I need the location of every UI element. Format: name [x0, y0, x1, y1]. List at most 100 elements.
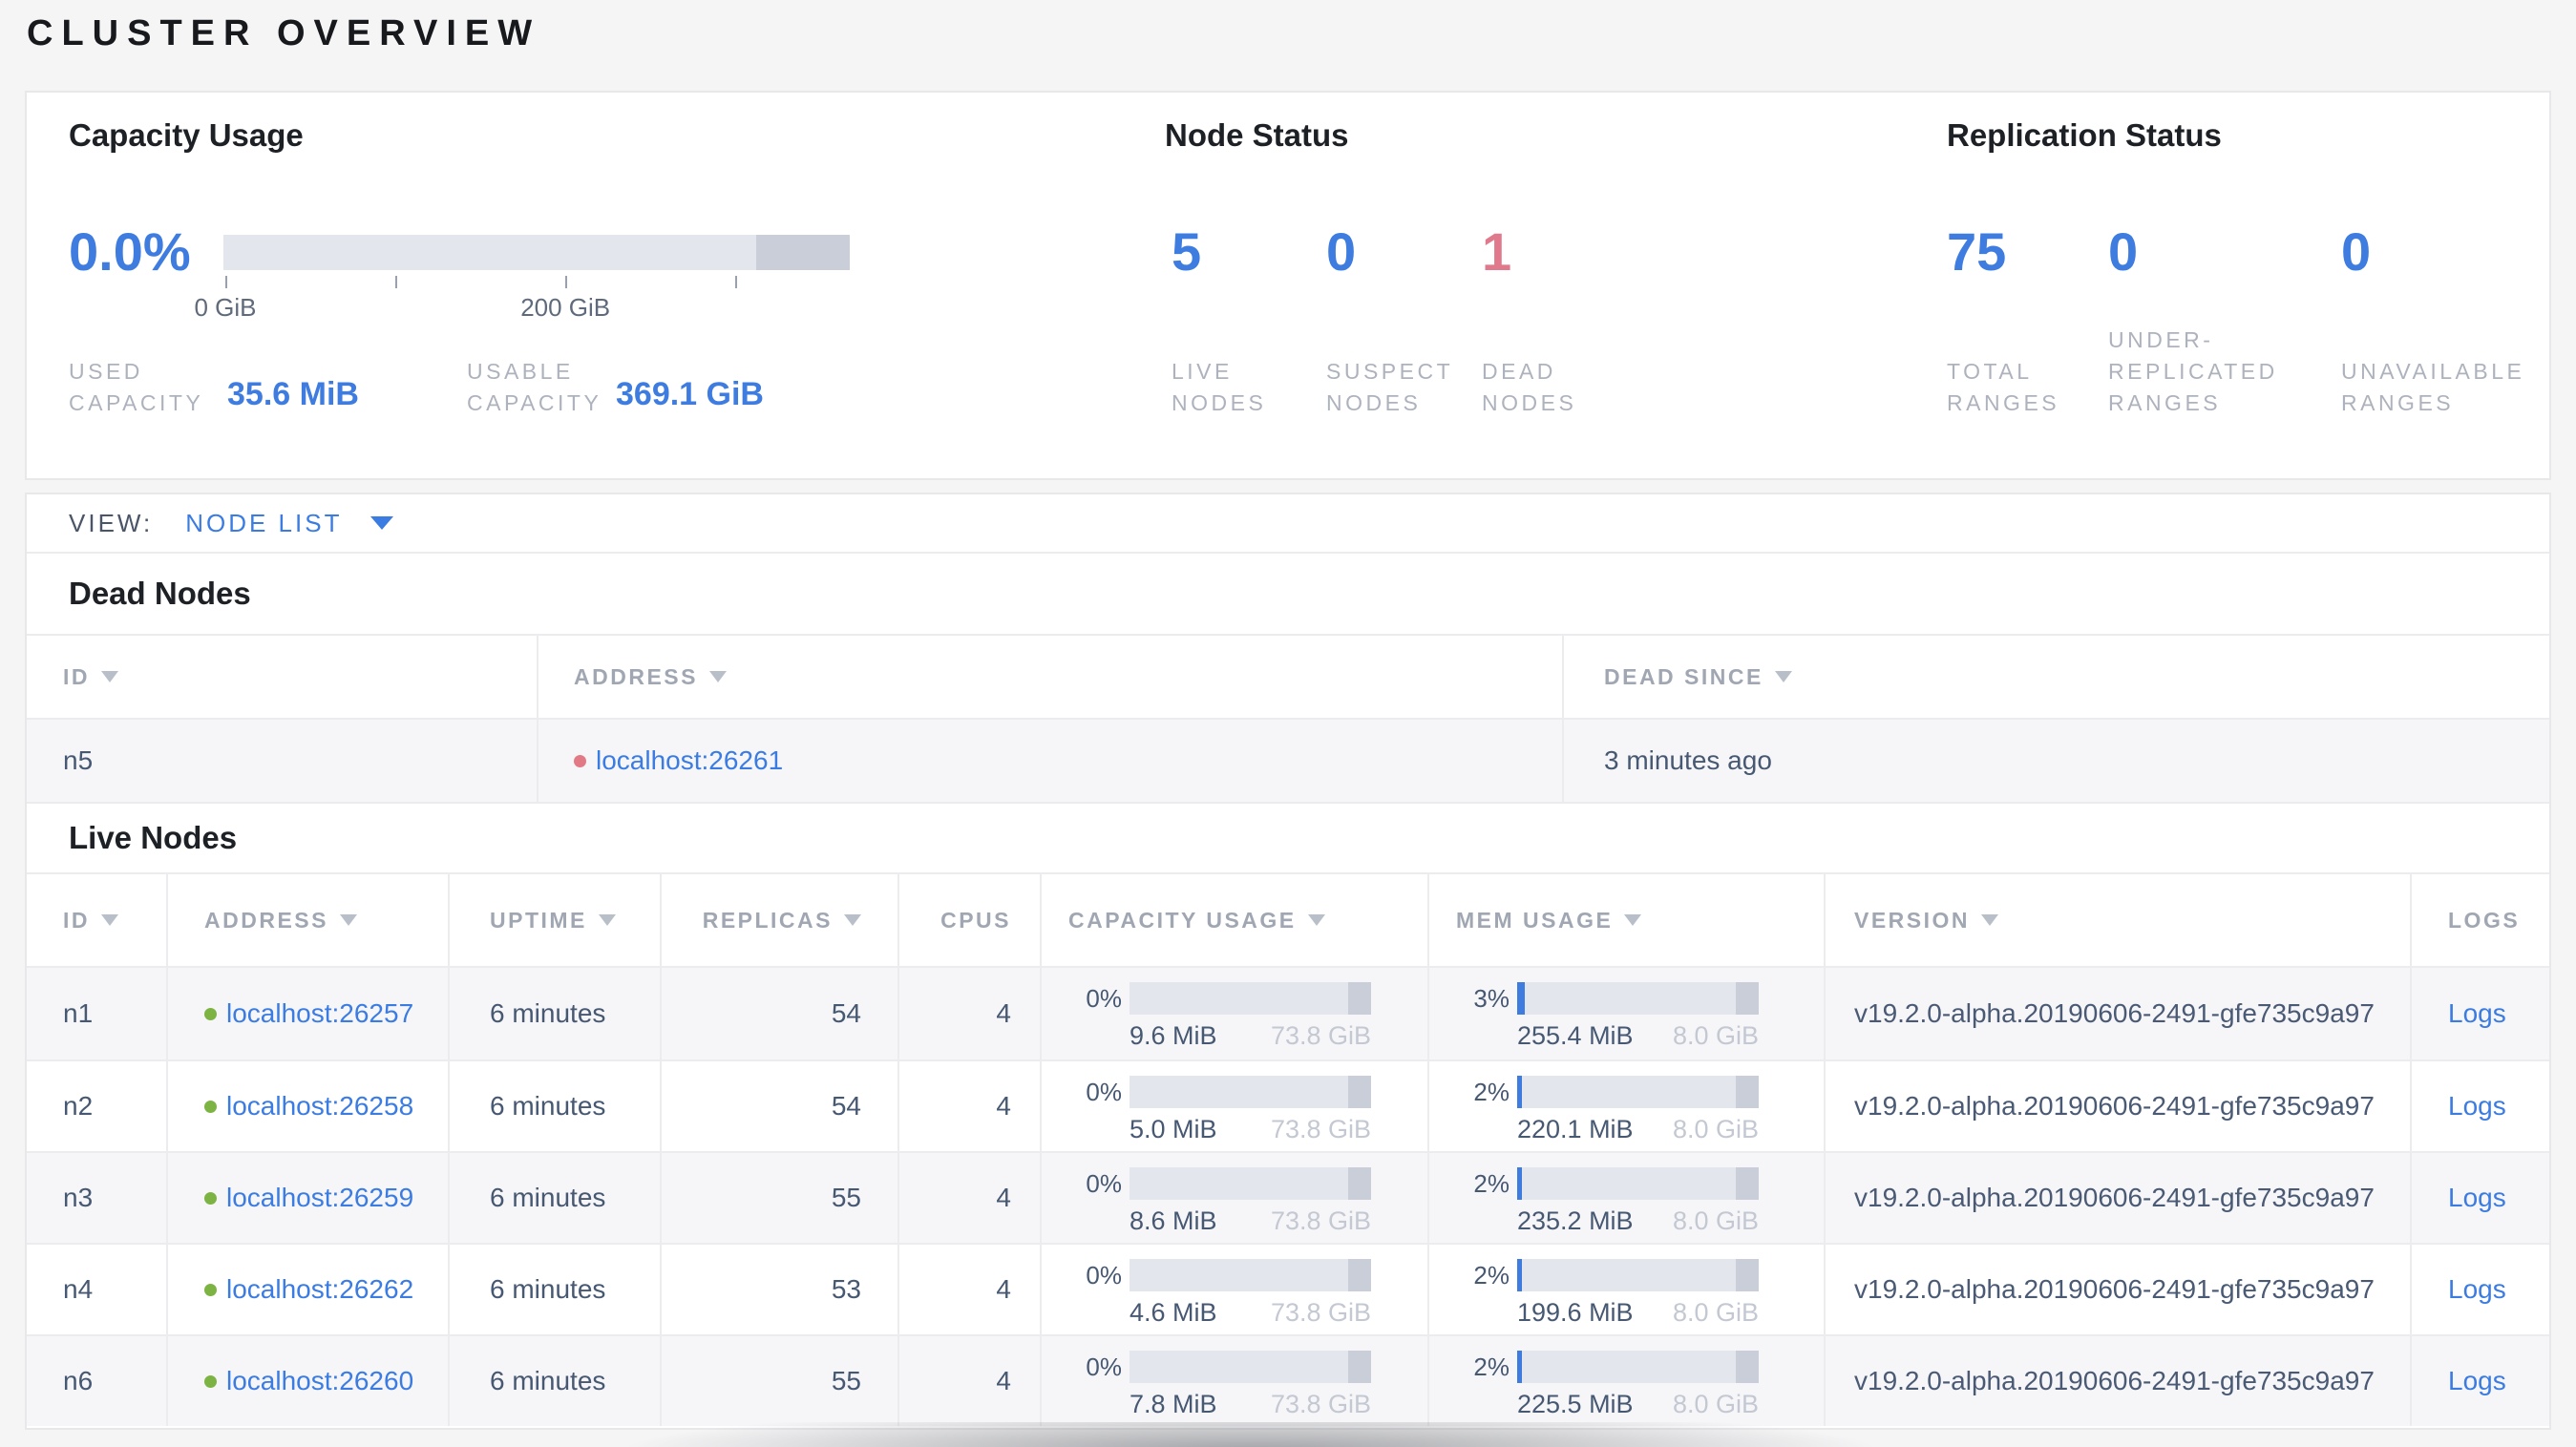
sort-arrow-icon: [1774, 671, 1792, 682]
mem-percent: 2%: [1473, 1352, 1510, 1381]
node-id: n1: [63, 998, 94, 1028]
column-header-uptime[interactable]: UPTIME: [448, 874, 660, 966]
mem-total-value: 8.0 GiB: [1672, 1115, 1759, 1143]
total-ranges-count: 75: [1947, 221, 2007, 282]
node-version: v19.2.0-alpha.20190606-2491-gfe735c9a97: [1824, 1153, 2410, 1243]
dead-nodes-table: ID ADDRESS DEAD SINCE n5 localhost:26261…: [27, 634, 2549, 804]
node-cpus: 4: [897, 968, 1040, 1059]
live-node-row: n1 localhost:26257 6 minutes 54 4 0% 9.6…: [27, 968, 2549, 1059]
node-address-link[interactable]: localhost:26262: [226, 1274, 413, 1305]
column-header-address[interactable]: ADDRESS: [166, 874, 448, 966]
capacity-bar-unusable-segment: [1347, 1259, 1371, 1291]
node-address-link[interactable]: localhost:26261: [596, 745, 783, 776]
dead-column-header-dead-since[interactable]: DEAD SINCE: [1562, 636, 2549, 718]
total-ranges-label: TOTAL RANGES: [1947, 359, 2060, 415]
capacity-bar-unusable-segment: [1347, 1076, 1371, 1108]
node-address-link[interactable]: localhost:26258: [226, 1091, 413, 1122]
mem-bar-used-segment: [1517, 1259, 1523, 1291]
node-logs-cell: Logs: [2410, 1336, 2549, 1426]
logs-link[interactable]: Logs: [2448, 1366, 2506, 1396]
column-header-cpus[interactable]: CPUS: [897, 874, 1040, 966]
logs-link[interactable]: Logs: [2448, 1091, 2506, 1122]
replication-status-title: Replication Status: [1947, 117, 2222, 153]
live-status-dot-icon: [204, 1191, 217, 1205]
node-logs-cell: Logs: [2410, 1153, 2549, 1243]
capacity-used-value: 7.8 MiB: [1130, 1390, 1217, 1418]
node-address-cell: localhost:26259: [166, 1153, 448, 1243]
axis-tick: [394, 276, 397, 288]
node-address-link[interactable]: localhost:26259: [226, 1183, 413, 1213]
under-replicated-ranges-label: UNDER- REPLICATED RANGES: [2108, 327, 2278, 415]
logs-link[interactable]: Logs: [2448, 1183, 2506, 1213]
capacity-total-value: 73.8 GiB: [1270, 1206, 1371, 1235]
live-nodes-label: LIVE NODES: [1172, 359, 1267, 415]
mem-percent: 3%: [1473, 983, 1510, 1013]
dead-nodes-heading: Dead Nodes: [69, 576, 251, 611]
column-header-capacity-usage[interactable]: CAPACITY USAGE: [1040, 874, 1427, 966]
node-mem-usage-cell: 2% 235.2 MiB 8.0 GiB: [1427, 1153, 1824, 1243]
node-address-cell: localhost:26258: [166, 1061, 448, 1151]
node-mem-usage-cell: 3% 255.4 MiB 8.0 GiB: [1427, 968, 1824, 1059]
node-address-link[interactable]: localhost:26257: [226, 998, 413, 1029]
capacity-bar: [1130, 1259, 1371, 1291]
sort-arrow-icon: [1307, 914, 1325, 926]
column-header-mem-usage[interactable]: MEM USAGE: [1427, 874, 1824, 966]
live-node-row: n3 localhost:26259 6 minutes 55 4 0% 8.6…: [27, 1151, 2549, 1243]
node-capacity-usage-cell: 0% 9.6 MiB 73.8 GiB: [1040, 968, 1427, 1059]
node-address-link[interactable]: localhost:26260: [226, 1366, 413, 1396]
dead-column-header-address[interactable]: ADDRESS: [537, 636, 1562, 718]
column-header-version[interactable]: VERSION: [1824, 874, 2410, 966]
column-header-replicas[interactable]: REPLICAS: [660, 874, 897, 966]
node-capacity-usage-cell: 0% 5.0 MiB 73.8 GiB: [1040, 1061, 1427, 1151]
mem-bar-unusable-segment: [1735, 1167, 1759, 1200]
dead-status-dot-icon: [574, 754, 586, 767]
logs-link[interactable]: Logs: [2448, 998, 2506, 1029]
node-id: n3: [63, 1183, 94, 1212]
view-selector-dropdown[interactable]: NODE LIST: [185, 508, 394, 538]
mem-bar: [1517, 1167, 1759, 1200]
sort-arrow-icon: [598, 914, 616, 926]
node-cpus: 4: [897, 1245, 1040, 1334]
capacity-percent: 0%: [1086, 1260, 1122, 1290]
node-uptime: 6 minutes: [448, 1061, 660, 1151]
mem-bar: [1517, 1351, 1759, 1383]
dead-nodes-label: DEAD NODES: [1482, 359, 1577, 415]
live-node-row: n4 localhost:26262 6 minutes 53 4 0% 4.6…: [27, 1243, 2549, 1334]
chevron-down-icon: [370, 516, 394, 530]
mem-total-value: 8.0 GiB: [1672, 1021, 1759, 1050]
column-header-id[interactable]: ID: [27, 874, 166, 966]
capacity-bar-axis: 0 GiB 200 GiB: [194, 276, 850, 337]
node-mem-usage-cell: 2% 199.6 MiB 8.0 GiB: [1427, 1245, 1824, 1334]
usable-capacity-value: 369.1 GiB: [616, 376, 764, 412]
node-address-cell: localhost:26262: [166, 1245, 448, 1334]
mem-bar: [1517, 1259, 1759, 1291]
sort-arrow-icon: [844, 914, 861, 926]
node-uptime: 6 minutes: [448, 1245, 660, 1334]
logs-link[interactable]: Logs: [2448, 1274, 2506, 1305]
axis-tick: [224, 276, 227, 288]
live-nodes-table: ID ADDRESS UPTIME REPLICAS CPUS CAPACITY…: [27, 872, 2549, 1426]
view-selected-option: NODE LIST: [185, 508, 343, 537]
node-cpus: 4: [897, 1153, 1040, 1243]
view-label: VIEW:: [69, 508, 154, 537]
node-replicas: 55: [660, 1153, 897, 1243]
capacity-total-value: 73.8 GiB: [1270, 1021, 1371, 1050]
mem-percent: 2%: [1473, 1168, 1510, 1198]
suspect-nodes-label: SUSPECT NODES: [1326, 359, 1454, 415]
node-address-cell: localhost:26260: [166, 1336, 448, 1426]
axis-tick-label: 200 GiB: [520, 293, 611, 322]
mem-percent: 2%: [1473, 1260, 1510, 1290]
dead-nodes-table-body: n5 localhost:26261 3 minutes ago: [27, 718, 2549, 804]
node-id: n6: [63, 1366, 94, 1395]
nodes-card: VIEW: NODE LIST Dead Nodes ID ADDRESS DE…: [25, 493, 2551, 1430]
node-mem-usage-cell: 2% 220.1 MiB 8.0 GiB: [1427, 1061, 1824, 1151]
dead-column-header-id[interactable]: ID: [27, 636, 537, 718]
node-id: n2: [63, 1091, 94, 1121]
column-header-logs[interactable]: LOGS: [2410, 874, 2549, 966]
node-uptime: 6 minutes: [448, 1153, 660, 1243]
sort-arrow-icon: [101, 671, 118, 682]
dead-node-id: n5: [63, 745, 94, 775]
mem-bar: [1517, 1076, 1759, 1108]
axis-tick: [565, 276, 568, 288]
live-nodes-count: 5: [1172, 221, 1202, 282]
